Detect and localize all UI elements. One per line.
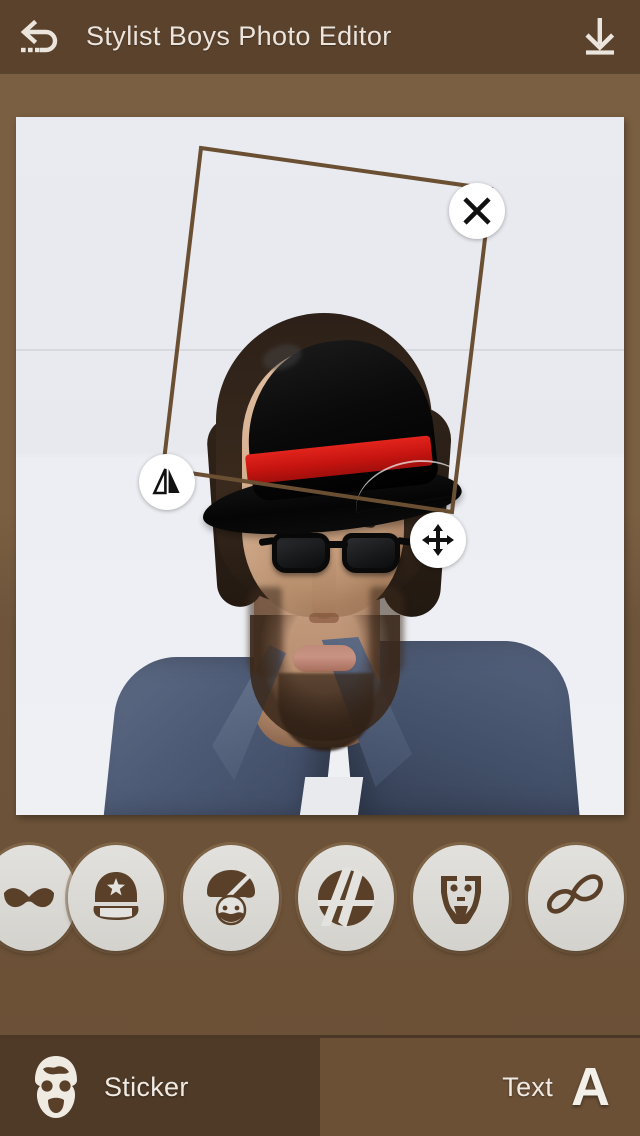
turban-face-icon — [207, 870, 255, 926]
sticker-category-turban[interactable] — [178, 842, 284, 954]
download-icon — [585, 17, 615, 55]
photo-image — [16, 117, 624, 815]
delete-handle[interactable] — [449, 183, 505, 239]
glasses-bridge — [326, 541, 348, 548]
bottom-toolbar: Sticker Text A — [0, 1035, 640, 1136]
hat-icon — [318, 868, 374, 928]
sticker-category-beard[interactable] — [408, 842, 514, 954]
move-arrows-icon — [422, 524, 454, 556]
sticker-category-strip[interactable] — [0, 842, 640, 958]
glasses-lens-left — [272, 533, 330, 573]
eyeglasses-icon — [546, 874, 603, 914]
mustache-icon — [4, 888, 54, 908]
beard-face-icon — [441, 876, 481, 924]
flip-handle[interactable] — [139, 454, 195, 510]
baseball-cap-icon — [93, 872, 139, 920]
undershirt — [298, 777, 364, 815]
flip-horizontal-icon — [152, 468, 180, 495]
text-tab-label: Text — [502, 1071, 553, 1102]
face-sticker-icon — [35, 1056, 77, 1118]
hat-sticker[interactable] — [199, 331, 473, 545]
save-download-button[interactable] — [560, 0, 640, 73]
glasses-lens-right — [342, 533, 400, 573]
sticker-tab-label: Sticker — [104, 1071, 189, 1102]
letter-a-icon: A — [571, 1057, 610, 1117]
photo-canvas[interactable] — [16, 117, 624, 815]
sticker-category-hat[interactable] — [293, 842, 399, 954]
app-header: Stylist Boys Photo Editor — [0, 0, 640, 73]
app-root: Stylist Boys Photo Editor Sticker Text A — [0, 0, 640, 1136]
sticker-category-glasses[interactable] — [523, 842, 629, 954]
move-resize-handle[interactable] — [410, 512, 466, 568]
lips — [294, 645, 356, 671]
sticker-tab[interactable]: Sticker — [0, 1038, 320, 1136]
back-button[interactable] — [0, 0, 80, 73]
close-x-icon — [463, 197, 491, 225]
undo-back-arrow-icon — [20, 19, 58, 52]
text-tab[interactable]: Text A — [320, 1038, 640, 1136]
photo-subject — [16, 117, 624, 815]
page-title: Stylist Boys Photo Editor — [86, 21, 392, 51]
sticker-category-cap[interactable] — [63, 842, 169, 954]
